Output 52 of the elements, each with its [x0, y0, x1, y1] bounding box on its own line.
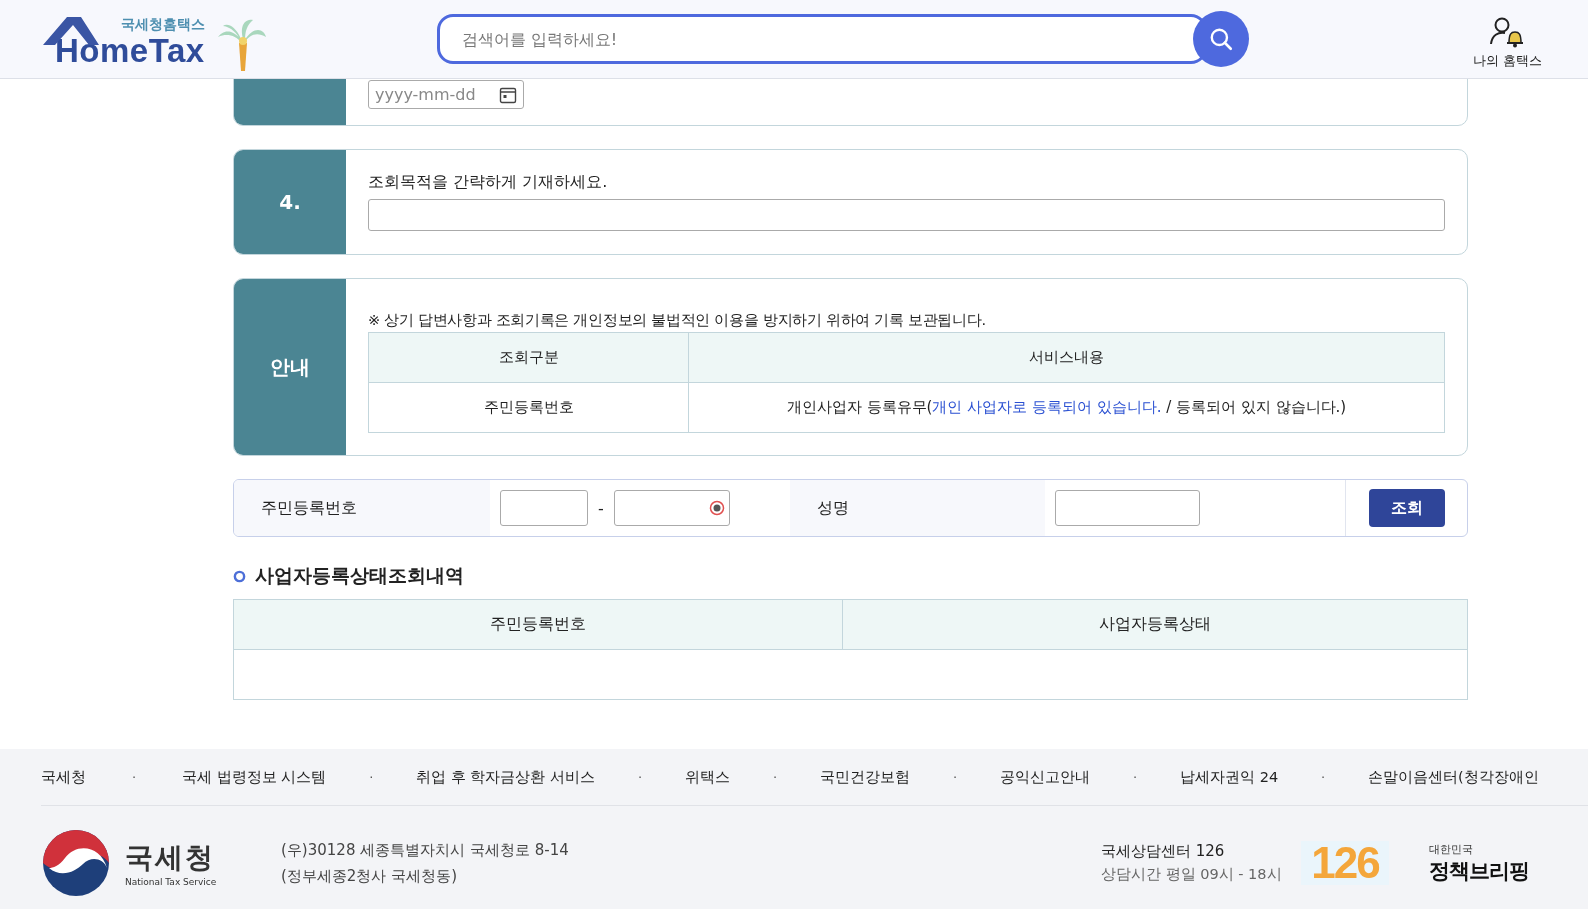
briefing-logo[interactable]: 정책브리핑: [1429, 856, 1529, 885]
notice-text: ※ 상기 답변사항과 조회기록은 개인정보의 불법적인 이용을 방지하기 위하여 기록 보관됩니다.: [368, 311, 987, 330]
footer-link[interactable]: 위택스: [685, 767, 731, 787]
table-cell: 주민등록번호: [369, 383, 689, 432]
address-text: (정부세종2청사 국세청동): [281, 866, 458, 887]
separator-dot: ·: [1320, 769, 1327, 785]
calendar-icon: [499, 85, 517, 104]
separator-dot: ·: [636, 769, 644, 785]
card-label: 안내: [270, 353, 310, 381]
emblem-icon: [41, 828, 111, 898]
address-text: (우)30128 세종특별자치시 국세청로 8-14: [281, 840, 570, 861]
section-heading: 사업자등록상태조회내역: [255, 563, 464, 588]
footer-link[interactable]: 손말이음센터(청각장애인: [1368, 767, 1539, 787]
answer-field[interactable]: [368, 199, 1445, 231]
separator-dot: ·: [951, 769, 959, 785]
name-field[interactable]: [1055, 490, 1200, 526]
id-front-field[interactable]: [500, 490, 588, 526]
org-english-name: National Tax Service: [125, 877, 217, 887]
footer-link[interactable]: 납세자권익 24: [1180, 767, 1279, 787]
table-cell-text: 개인사업자 등록유무(개인 사업자로 등록되어 있습니다. / 등록되어 있지 않습니다.): [785, 397, 1348, 418]
footer-link[interactable]: 국세 법령정보 시스템: [182, 767, 327, 787]
date-field[interactable]: yyyy-mm-dd: [368, 80, 524, 109]
query-button[interactable]: 조회: [1368, 489, 1445, 527]
table-header-cell: 서비스내용: [689, 333, 1444, 383]
org-name: 국세청: [125, 840, 216, 876]
footer-link[interactable]: 공익신고안내: [1000, 767, 1091, 787]
palm-tree-icon: [216, 17, 267, 73]
footer-link[interactable]: 국민건강보험: [820, 767, 911, 787]
briefing-caption: 대한민국: [1429, 841, 1474, 857]
call-center-logo: 126: [1301, 841, 1389, 885]
id-back-field[interactable]: [613, 490, 730, 526]
table-header-cell: 조회구분: [369, 333, 689, 383]
logo-title: HomeTax: [55, 33, 205, 69]
separator-dot: ·: [1131, 769, 1139, 785]
ring-bullet-icon: [233, 569, 246, 583]
logo-caption: 국세청홈택스: [120, 15, 205, 33]
user-bell-icon: [1489, 16, 1526, 48]
card-label: 4.: [279, 190, 301, 214]
table-header-cell: 사업자등록상태: [843, 600, 1467, 650]
footer-link[interactable]: 국세청: [41, 767, 86, 787]
separator-dot: ·: [368, 769, 375, 785]
footer-link[interactable]: 취업 후 학자금상환 서비스: [416, 767, 596, 787]
my-hometax-link[interactable]: 나의 홈택스: [1472, 16, 1542, 70]
separator-dot: ·: [130, 769, 138, 785]
hours-text: 상담시간 평일 09시 - 18시: [1101, 865, 1283, 884]
question-text: 조회목적을 간략하게 기재하세요.: [368, 172, 609, 193]
field-label: 주민등록번호: [261, 497, 357, 519]
table-header-cell: 주민등록번호: [234, 600, 843, 650]
separator-dot: ·: [771, 769, 779, 785]
call-center-text: 국세상담센터 126: [1101, 842, 1226, 861]
field-label: 성명: [817, 497, 849, 519]
dash-separator: -: [598, 498, 604, 518]
